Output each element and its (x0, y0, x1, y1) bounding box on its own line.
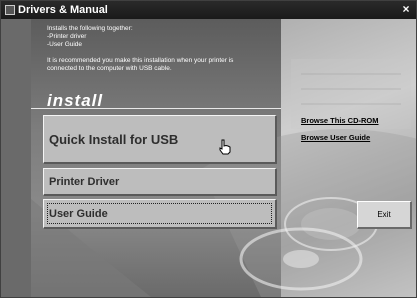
quick-install-label: Quick Install for USB (49, 131, 179, 147)
user-guide-button[interactable]: User Guide (43, 199, 277, 229)
exit-label: Exit (377, 210, 391, 219)
hand-pointer-icon (219, 139, 231, 155)
info-line: connected to the computer with USB cable… (47, 65, 172, 72)
browse-cd-rom-link[interactable]: Browse This CD-ROM (301, 116, 379, 125)
focus-rectangle (47, 203, 272, 224)
app-icon (5, 5, 15, 15)
info-line: Installs the following together: (47, 25, 133, 32)
info-line (47, 49, 277, 57)
exit-button[interactable]: Exit (357, 201, 412, 229)
info-line: -Printer driver (47, 33, 87, 40)
browse-user-guide-link[interactable]: Browse User Guide (301, 133, 370, 142)
info-line: It is recommended you make this installa… (47, 57, 234, 64)
quick-install-usb-button[interactable]: Quick Install for USB (43, 115, 277, 164)
install-description: Installs the following together: -Printe… (47, 25, 277, 73)
title-bar[interactable]: Drivers & Manual × (1, 1, 416, 19)
heading-divider (31, 108, 281, 109)
info-line: -User Guide (47, 41, 83, 48)
printer-driver-label: Printer Driver (49, 175, 120, 188)
window-title: Drivers & Manual (18, 4, 108, 16)
installer-window: Drivers & Manual × Installs the followin… (0, 0, 417, 298)
printer-driver-button[interactable]: Printer Driver (43, 168, 277, 196)
close-icon[interactable]: × (399, 2, 413, 16)
